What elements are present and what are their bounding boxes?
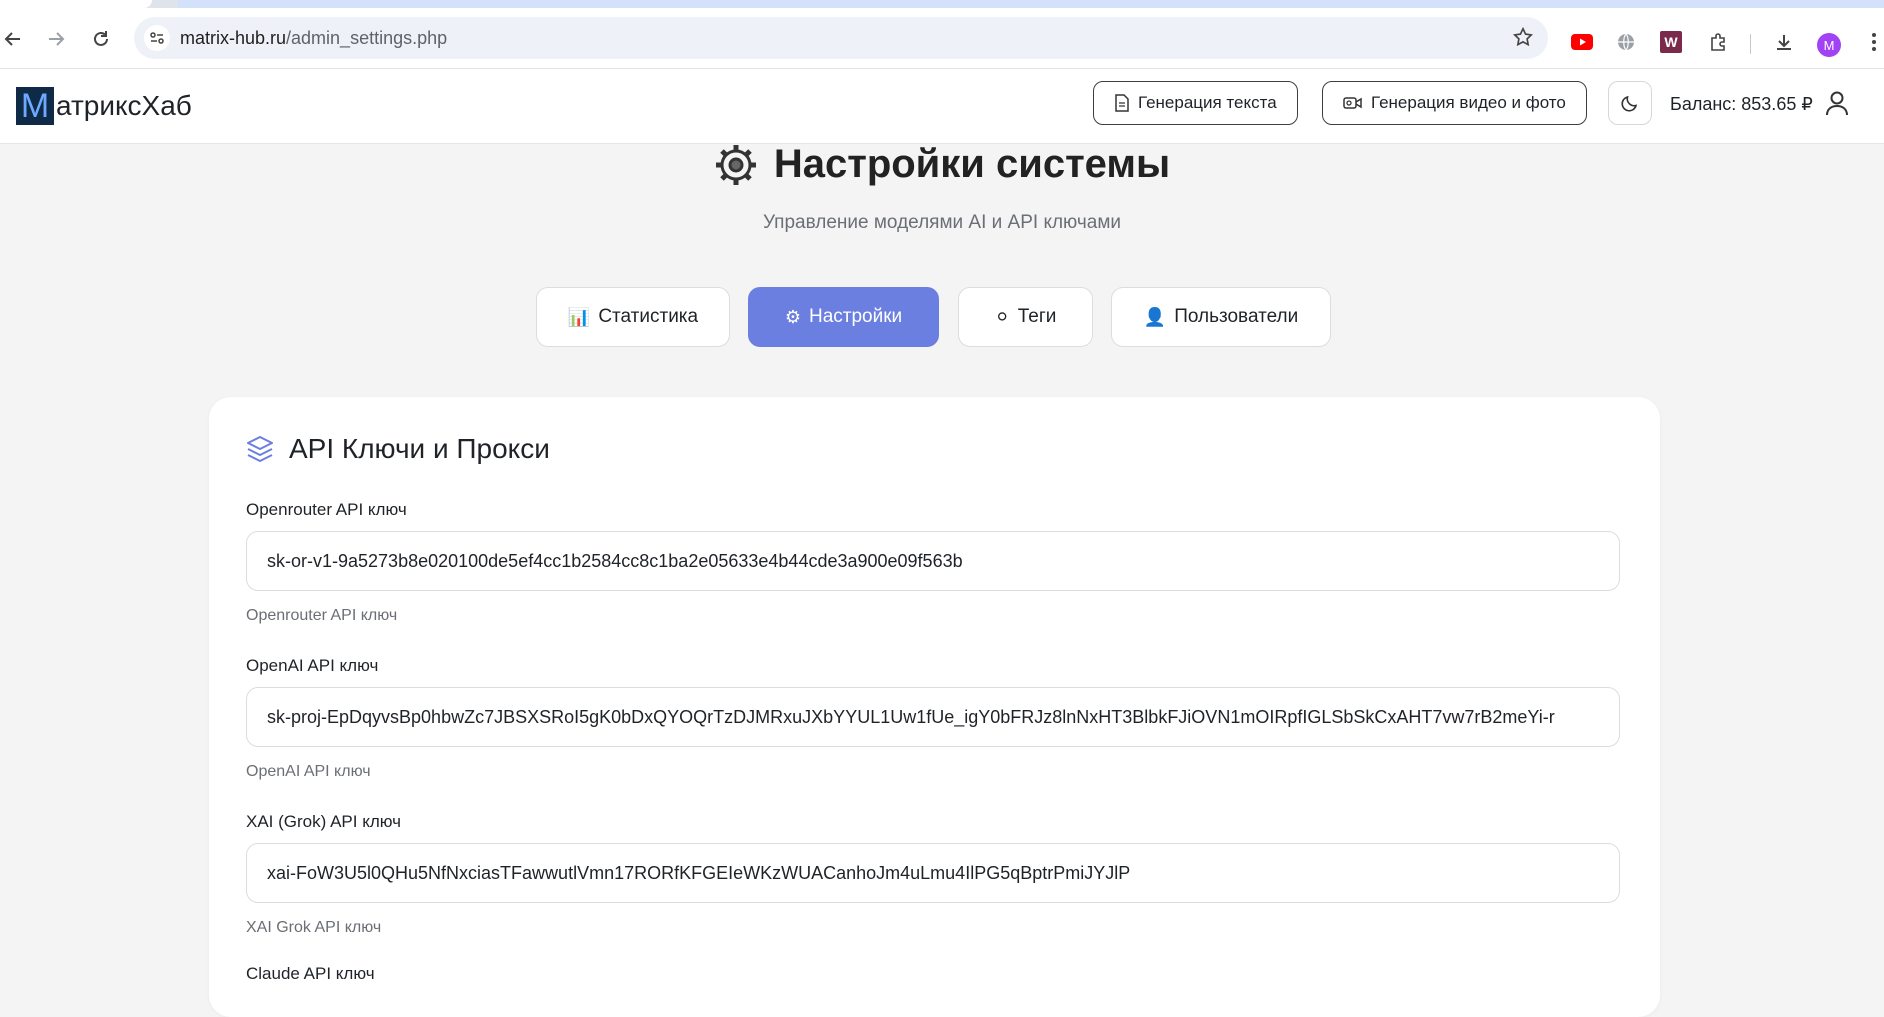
tab-statistics[interactable]: 📊 Статистика (536, 287, 730, 347)
site-info-icon[interactable] (144, 25, 170, 51)
download-icon[interactable] (1772, 30, 1796, 54)
forward-icon[interactable] (43, 26, 69, 52)
reload-icon[interactable] (88, 26, 114, 52)
tab-statistics-label: Статистика (598, 306, 699, 327)
video-generation-button[interactable]: Генерация видео и фото (1322, 81, 1587, 125)
claude-key-label: Claude API ключ (246, 964, 375, 983)
video-generation-label: Генерация видео и фото (1371, 93, 1566, 112)
user-icon: 👤 (1143, 306, 1167, 327)
openrouter-key-label: Openrouter API ключ (246, 500, 407, 519)
api-keys-card: API Ключи и Прокси Openrouter API ключ s… (209, 397, 1660, 1017)
menu-dots-icon[interactable] (1862, 30, 1884, 54)
globe-extension-icon[interactable] (1614, 30, 1638, 54)
toolbar-separator (1750, 34, 1751, 54)
url-host: matrix-hub.ru (180, 28, 287, 48)
openai-key-help: OpenAI API ключ (246, 763, 371, 780)
extensions-puzzle-icon[interactable] (1706, 30, 1730, 54)
back-icon[interactable] (0, 26, 26, 52)
layers-icon (247, 436, 273, 462)
document-icon (1115, 94, 1129, 112)
video-camera-icon (1343, 97, 1362, 109)
browser-toolbar: matrix-hub.ru/admin_settings.php W M (0, 8, 1884, 69)
user-icon[interactable] (1823, 89, 1851, 122)
theme-toggle-button[interactable] (1608, 81, 1652, 125)
moon-icon (1621, 95, 1638, 112)
openrouter-key-input[interactable]: sk-or-v1-9a5273b8e020100de5ef4cc1b2584cc… (246, 531, 1620, 591)
profile-avatar[interactable]: M (1817, 33, 1841, 57)
gear-icon (715, 144, 756, 185)
url-text[interactable]: matrix-hub.ru/admin_settings.php (180, 28, 447, 49)
text-generation-label: Генерация текста (1138, 93, 1277, 112)
tab-settings[interactable]: ⚙ Настройки (748, 287, 939, 347)
page-title-text: Настройки системы (773, 142, 1171, 186)
tab-tags-label: Теги (1017, 306, 1057, 327)
url-path: /admin_settings.php (286, 28, 448, 48)
xai-key-label: XAI (Grok) API ключ (246, 812, 401, 831)
tab-tags[interactable]: ⚪ Теги (958, 287, 1093, 347)
bar-chart-icon: 📊 (567, 306, 591, 327)
circle-icon: ⚪ (994, 306, 1010, 327)
site-logo[interactable]: M атриксХаб (16, 87, 192, 125)
card-title-text: API Ключи и Прокси (289, 433, 550, 464)
balance-text: Баланс: 853.65 ₽ (1670, 94, 1813, 114)
bookmark-star-icon[interactable] (1512, 26, 1534, 53)
text-generation-button[interactable]: Генерация текста (1093, 81, 1298, 125)
gear-icon: ⚙ (784, 306, 801, 327)
logo-text: атриксХаб (56, 90, 192, 121)
svg-text:W: W (1664, 34, 1678, 50)
xai-key-help: XAI Grok API ключ (246, 919, 382, 936)
site-header: M атриксХаб Генерация текста Генерация в… (0, 69, 1884, 144)
xai-key-input[interactable]: xai-FoW3U5l0QHu5NfNxciasTFawwutlVmn17ROR… (246, 843, 1620, 903)
page-subtitle: Управление моделями AI и API ключами (762, 212, 1122, 233)
openai-key-label: OpenAI API ключ (246, 656, 379, 675)
tab-settings-label: Настройки (808, 306, 903, 327)
tab-users-label: Пользователи (1174, 306, 1299, 327)
openai-key-input[interactable]: sk-proj-EpDqyvsBp0hbwZc7JBSXSRoI5gK0bDxQ… (246, 687, 1620, 747)
tabstrip-background (178, 0, 1884, 8)
active-browser-tab[interactable] (0, 0, 152, 8)
w-extension-icon[interactable]: W (1659, 30, 1683, 54)
logo-mark: M (16, 87, 54, 125)
youtube-extension-icon[interactable] (1570, 30, 1594, 54)
tab-users[interactable]: 👤 Пользователи (1111, 287, 1331, 347)
page-title: Настройки системы (0, 142, 1884, 187)
address-bar[interactable]: matrix-hub.ru/admin_settings.php (134, 17, 1548, 59)
openrouter-key-help: Openrouter API ключ (246, 607, 398, 624)
card-title: API Ключи и Прокси (245, 433, 550, 465)
browser-tabstrip (0, 0, 1884, 8)
